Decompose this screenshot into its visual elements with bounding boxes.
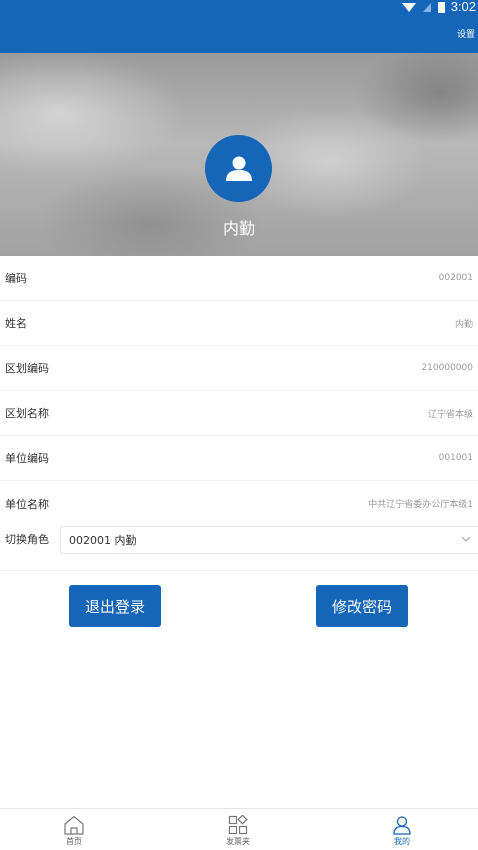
tab-label: 首页 xyxy=(66,837,82,846)
tab-invoices[interactable]: 发票夹 xyxy=(208,809,268,850)
info-list: 编码 002001 姓名 内勤 区划编码 210000000 区划名称 辽宁省本… xyxy=(0,256,478,526)
info-value: 内勤 xyxy=(454,319,473,330)
info-value: 中共辽宁省委办公厅本级1 xyxy=(368,500,473,510)
home-icon xyxy=(64,815,84,835)
grid-icon xyxy=(228,815,248,835)
logout-button[interactable]: 退出登录 xyxy=(69,585,161,627)
profile-name: 内勤 xyxy=(222,219,255,238)
info-label: 姓名 xyxy=(5,317,27,330)
info-row-unit-code: 单位编码 001001 xyxy=(0,436,478,481)
role-label: 切换角色 xyxy=(5,533,49,546)
signal-icon xyxy=(422,2,431,12)
role-select[interactable]: 002001 内勤 xyxy=(60,526,478,554)
bottom-tab-bar: 首页 发票夹 我的 xyxy=(0,808,478,850)
info-value: 002001 xyxy=(438,273,473,283)
info-label: 区划编码 xyxy=(5,362,49,375)
profile-banner: 内勤 xyxy=(0,53,478,256)
avatar xyxy=(205,135,272,202)
battery-icon xyxy=(437,2,445,13)
role-switch-row: 切换角色 002001 内勤 xyxy=(0,525,478,571)
info-value: 210000000 xyxy=(421,363,473,373)
info-value: 001001 xyxy=(438,453,473,463)
info-row-code: 编码 002001 xyxy=(0,256,478,301)
info-label: 单位名称 xyxy=(5,497,49,511)
wifi-icon xyxy=(401,2,416,12)
info-label: 区划名称 xyxy=(5,407,49,420)
status-bar: 3:02 xyxy=(401,0,478,14)
change-password-button[interactable]: 修改密码 xyxy=(316,585,408,627)
user-icon xyxy=(393,816,411,835)
role-selected-value: 002001 内勤 xyxy=(69,534,137,547)
app-header: 3:02 设置 xyxy=(0,0,478,53)
info-row-unit-name: 单位名称 中共辽宁省委办公厅本级1 xyxy=(0,481,478,526)
info-label: 编码 xyxy=(5,272,27,285)
tab-label: 发票夹 xyxy=(226,837,250,846)
info-row-region-code: 区划编码 210000000 xyxy=(0,346,478,391)
settings-link[interactable]: 设置 xyxy=(457,27,475,40)
info-label: 单位编码 xyxy=(5,452,49,465)
tab-label: 我的 xyxy=(394,837,410,846)
user-avatar-icon xyxy=(225,156,252,181)
info-value: 辽宁省本级 xyxy=(427,409,473,420)
chevron-down-icon xyxy=(461,536,471,542)
status-time: 3:02 xyxy=(450,0,476,14)
tab-mine[interactable]: 我的 xyxy=(372,809,432,850)
info-row-region-name: 区划名称 辽宁省本级 xyxy=(0,391,478,436)
tab-home[interactable]: 首页 xyxy=(44,809,104,850)
info-row-name: 姓名 内勤 xyxy=(0,301,478,346)
